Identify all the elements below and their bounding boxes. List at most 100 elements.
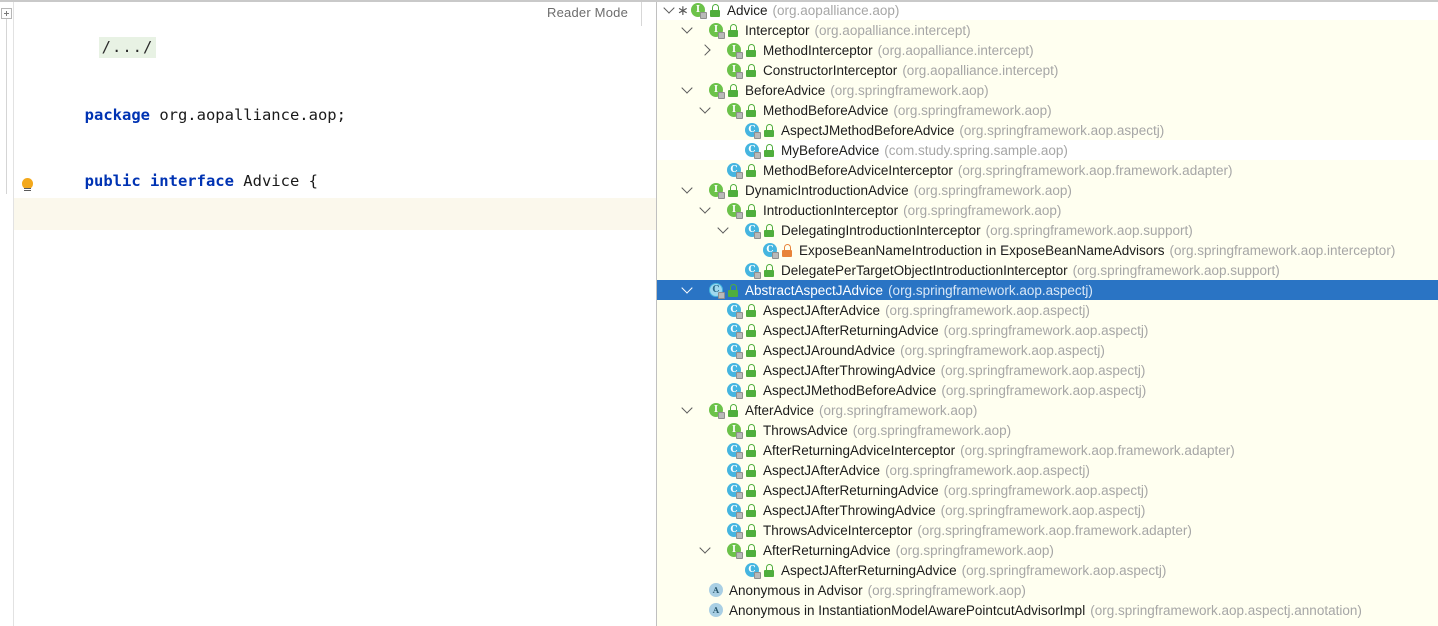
tree-row[interactable]: I AfterAdvice (org.springframework.aop) (657, 400, 1438, 420)
type-icon-badge (736, 391, 743, 399)
public-lock-icon (745, 163, 758, 177)
tree-row[interactable]: C ExposeBeanNameIntroduction in ExposeBea… (657, 240, 1438, 260)
lock-body (764, 569, 774, 577)
tree-row[interactable]: I MethodBeforeAdvice (org.springframework.… (657, 100, 1438, 120)
chevron-down-icon[interactable] (699, 202, 711, 214)
chevron-down-icon[interactable] (681, 82, 693, 94)
chevron-down-icon[interactable] (681, 282, 693, 294)
tree-row[interactable]: I IntroductionInterceptor (org.springframe… (657, 200, 1438, 220)
chevron-down-icon[interactable] (681, 402, 693, 414)
intention-bulb-icon[interactable] (22, 178, 33, 191)
tree-row[interactable]: I BeforeAdvice (org.springframework.aop) (657, 80, 1438, 100)
chevron-placeholder (699, 62, 710, 73)
type-icon-badge (718, 91, 725, 99)
tree-row[interactable]: I AfterReturningAdvice (org.springframewor… (657, 540, 1438, 560)
lock-body (746, 209, 756, 217)
tree-row[interactable]: I MethodInterceptor (org.aopalliance.inter… (657, 40, 1438, 60)
root-marker-placeholder (713, 485, 724, 495)
root-marker-placeholder (713, 505, 724, 515)
root-marker-placeholder (713, 545, 724, 555)
tree-row[interactable]: C ThrowsAdviceInterceptor (org.springframe… (657, 520, 1438, 540)
reader-mode-label[interactable]: Reader Mode (547, 5, 628, 20)
tree-row[interactable]: I DynamicIntroductionAdvice (org.springfra… (657, 180, 1438, 200)
type-icon-badge (736, 111, 743, 119)
chevron-down-icon[interactable] (717, 222, 729, 234)
lock-body (746, 309, 756, 317)
public-lock-icon (745, 543, 758, 557)
class-icon: C (727, 362, 743, 379)
lock-body (746, 349, 756, 357)
lock-body (746, 329, 756, 337)
type-icon-badge (754, 231, 761, 239)
lock-shackle (748, 463, 755, 470)
chevron-down-icon[interactable] (663, 2, 675, 14)
tree-row[interactable]: A Anonymous in InstantiationModelAwarePoi… (657, 600, 1438, 620)
public-lock-icon (745, 443, 758, 457)
tree-row[interactable]: C MethodBeforeAdviceInterceptor (org.sprin… (657, 160, 1438, 180)
type-hierarchy-tree[interactable]: ∗ I Advice (org.aopalliance.aop) I Intercept… (656, 0, 1438, 626)
tree-row[interactable]: I Interceptor (org.aopalliance.intercept) (657, 20, 1438, 40)
chevron-down-icon[interactable] (699, 542, 711, 554)
chevron-placeholder (699, 302, 710, 313)
type-icon-glyph: A (709, 582, 723, 597)
chevron-placeholder (699, 482, 710, 493)
tree-row-package: (org.springframework.aop) (913, 182, 1072, 198)
root-marker-placeholder (713, 425, 724, 435)
tree-row-type-name: DelegatePerTargetObjectIntroductionInter… (781, 262, 1068, 278)
tree-row[interactable]: I ThrowsAdvice (org.springframework.aop) (657, 420, 1438, 440)
interface-icon: I (727, 62, 743, 79)
type-icon-badge (718, 191, 725, 199)
tree-row[interactable]: C AspectJAfterThrowingAdvice (org.springfr… (657, 360, 1438, 380)
root-marker-placeholder (695, 605, 706, 615)
chevron-down-icon[interactable] (699, 102, 711, 114)
tree-row[interactable]: C MyBeforeAdvice (com.study.spring.sample.… (657, 140, 1438, 160)
tree-row-package: (org.springframework.aop.framework.adapt… (960, 442, 1235, 458)
tree-row[interactable]: C AbstractAspectJAdvice (org.springframewo… (657, 280, 1438, 300)
toolbar-divider (641, 2, 642, 26)
type-icon-badge (736, 71, 743, 79)
tree-row-type-name: ThrowsAdvice (763, 422, 848, 438)
tree-row[interactable]: C AfterReturningAdviceInterceptor (org.spr… (657, 440, 1438, 460)
tree-row[interactable]: C AspectJMethodBeforeAdvice (org.springfra… (657, 120, 1438, 140)
tree-row[interactable]: C AspectJAfterReturningAdvice (org.springf… (657, 320, 1438, 340)
tree-row[interactable]: C AspectJAfterReturningAdvice (org.springf… (657, 480, 1438, 500)
public-lock-icon (727, 283, 740, 297)
chevron-down-icon[interactable] (681, 182, 693, 194)
type-icon-badge (736, 311, 743, 319)
tree-row-type-name: AspectJAfterThrowingAdvice (763, 362, 936, 378)
class-icon: C (727, 162, 743, 179)
root-marker-placeholder (713, 525, 724, 535)
chevron-down-icon[interactable] (681, 22, 693, 34)
class-icon: C (727, 382, 743, 399)
tree-row[interactable]: C AspectJAfterReturningAdvice (org.springf… (657, 560, 1438, 580)
tree-row[interactable]: C DelegatePerTargetObjectIntroductionInte… (657, 260, 1438, 280)
collapsed-comment-fold[interactable]: /.../ (98, 37, 157, 58)
lock-shackle (748, 203, 755, 210)
chevron-placeholder (699, 342, 710, 353)
class-icon: C (763, 242, 779, 259)
tree-row[interactable]: A Anonymous in Advisor (org.springframewor… (657, 580, 1438, 600)
tree-row[interactable]: ∗ I Advice (org.aopalliance.aop) (657, 0, 1438, 20)
tree-row[interactable]: C AspectJAfterAdvice (org.springframework.… (657, 460, 1438, 480)
tree-row-type-name: AspectJAroundAdvice (763, 342, 896, 358)
tree-row[interactable]: I ConstructorInterceptor (org.aopalliance.… (657, 60, 1438, 80)
tree-row[interactable]: C AspectJAfterThrowingAdvice (org.springfr… (657, 500, 1438, 520)
tree-row-package: (org.aopalliance.intercept) (877, 42, 1034, 58)
editor-highlight-band (14, 198, 656, 230)
tree-row-type-name: AspectJAfterAdvice (763, 302, 881, 318)
lock-body (764, 129, 774, 137)
chevron-right-icon[interactable] (699, 44, 711, 56)
code-editor-pane[interactable]: /.../ package org.aopalliance.aop; publi… (0, 0, 656, 626)
tree-row[interactable]: C AspectJAroundAdvice (org.springframework… (657, 340, 1438, 360)
tree-row-package: (org.springframework.aop.aspectj) (940, 362, 1146, 378)
tree-row[interactable]: C AspectJAfterAdvice (org.springframework.… (657, 300, 1438, 320)
code-text[interactable]: /.../ package org.aopalliance.aop; publi… (0, 0, 656, 626)
public-lock-icon (745, 483, 758, 497)
tree-row[interactable]: C AspectJMethodBeforeAdvice (org.springfra… (657, 380, 1438, 400)
tree-row-type-name: BeforeAdvice (745, 82, 826, 98)
tree-row[interactable]: C DelegatingIntroductionInterceptor (org.s… (657, 220, 1438, 240)
